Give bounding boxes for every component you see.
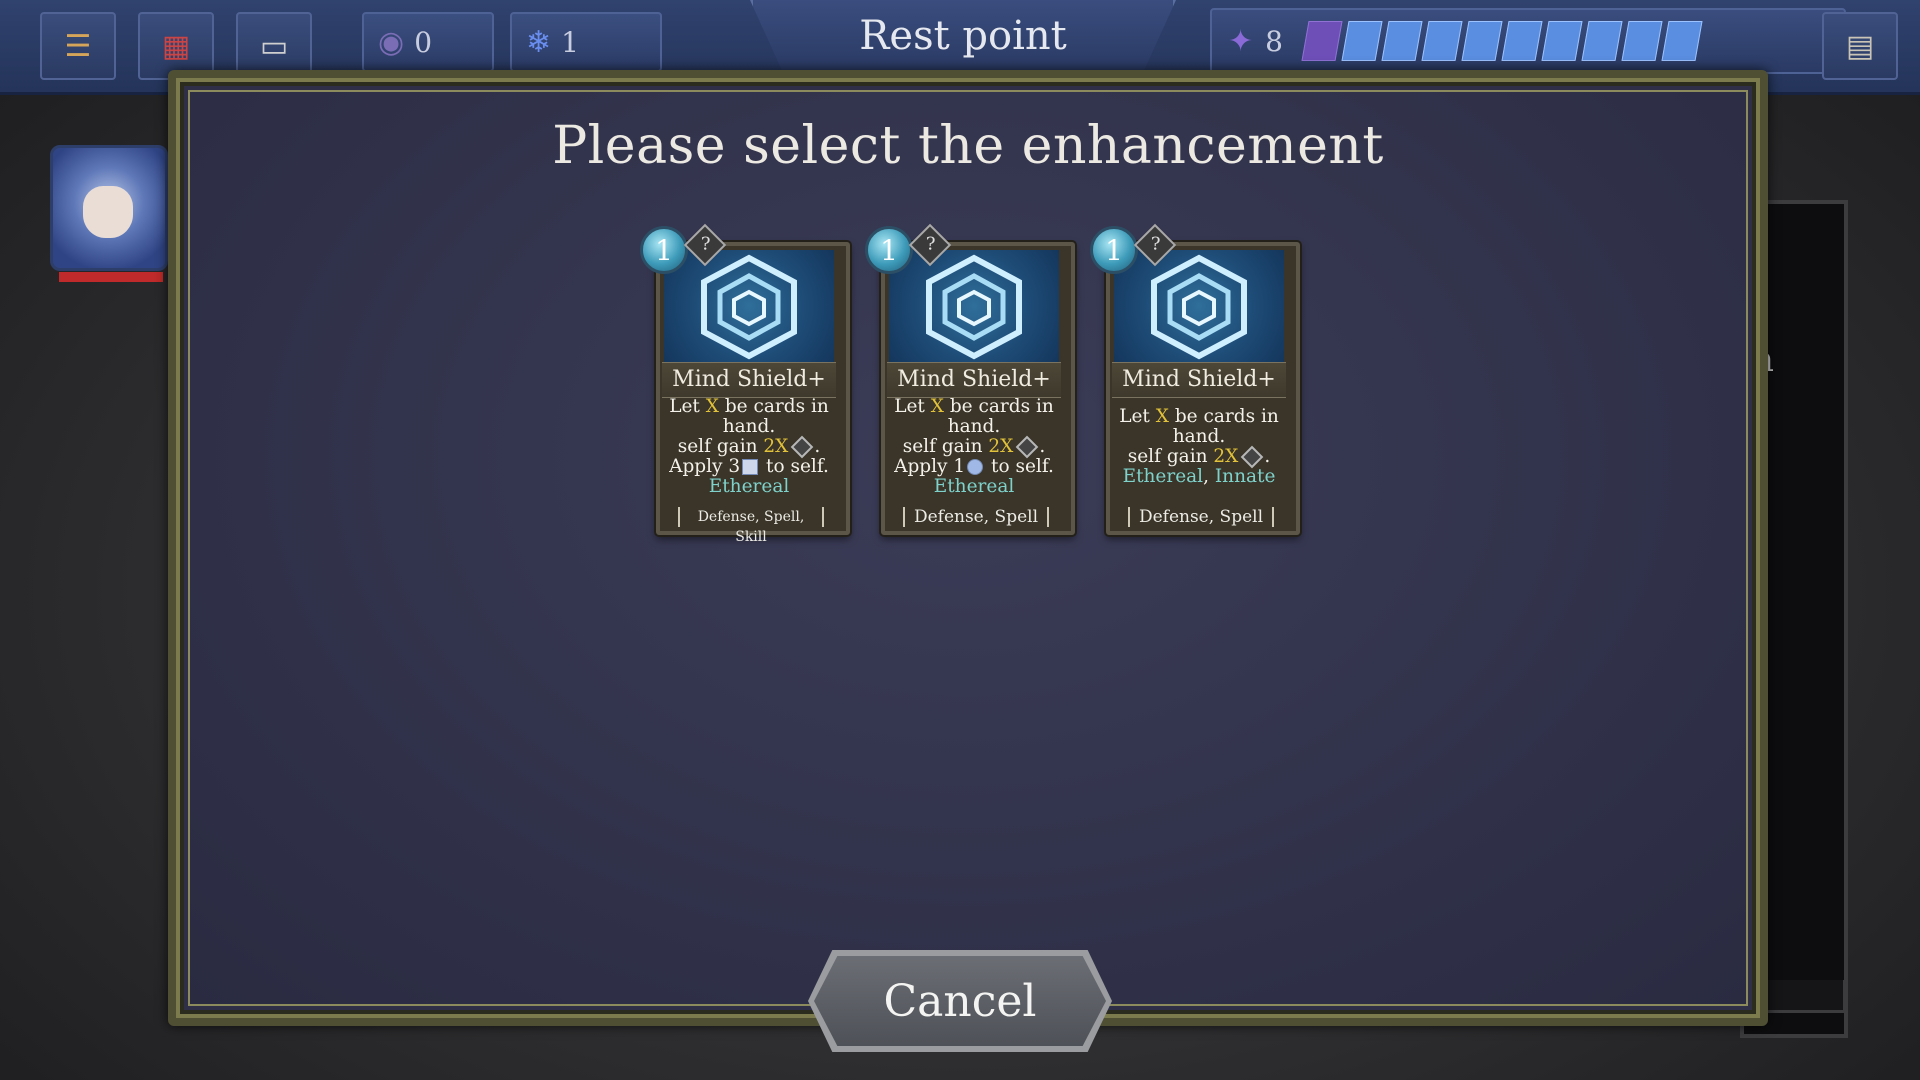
block-icon [791, 435, 814, 459]
card-keywords: Ethereal [933, 476, 1015, 497]
deck-button[interactable]: ☰ [40, 12, 116, 80]
card-description: Let X be cards in hand. self gain 2X. Ap… [664, 397, 834, 497]
crystal-icon: ❄ [526, 24, 552, 60]
crystal-count: 1 [561, 25, 579, 59]
hp-segment [1461, 21, 1503, 61]
modal-title: Please select the enhancement [552, 116, 1384, 176]
orb-counter[interactable]: ◉ 0 [362, 12, 494, 72]
hp-segment [1581, 21, 1623, 61]
hp-segment [1381, 21, 1423, 61]
card-art [1114, 250, 1284, 362]
card-name: Mind Shield+ [662, 362, 836, 398]
status-icon [742, 459, 759, 475]
card-option-1[interactable]: 1 ? Mind Shield+ Let X be cards in hand.… [640, 223, 850, 545]
card-cost: 1 [865, 226, 913, 274]
hp-segment [1621, 21, 1663, 61]
card-tags: Defense, Spell [903, 507, 1049, 527]
character-hp-bar [59, 272, 163, 282]
hp-segment [1301, 21, 1343, 61]
hp-value: 8 [1265, 24, 1283, 58]
cancel-button[interactable]: Cancel [814, 956, 1106, 1046]
hexagon-shield-icon [1151, 254, 1247, 360]
chest-icon: ▦ [161, 28, 191, 64]
card-name: Mind Shield+ [1112, 362, 1286, 398]
card-name: Mind Shield+ [887, 362, 1061, 398]
location-title-text: Rest point [859, 13, 1067, 59]
orb-count: 0 [414, 25, 433, 59]
card-art [889, 250, 1059, 362]
card-description: Let X be cards in hand. self gain 2X. Et… [1114, 400, 1284, 494]
card-description: Let X be cards in hand. self gain 2X. Ap… [889, 397, 1059, 497]
card-tags: Defense, Spell [1128, 507, 1274, 527]
card-cost: 1 [640, 226, 688, 274]
card-art [664, 250, 834, 362]
card-option-3[interactable]: 1 ? Mind Shield+ Let X be cards in hand.… [1090, 223, 1300, 535]
card-keywords: Ethereal [708, 476, 790, 497]
character-face [83, 186, 133, 238]
status-icon [967, 459, 984, 475]
hp-segment [1341, 21, 1383, 61]
modal-body: Please select the enhancement 1 ? Mind S… [188, 90, 1748, 1006]
scroll-icon: ▤ [1845, 28, 1875, 64]
block-icon [1016, 435, 1039, 459]
location-title: Rest point [750, 0, 1176, 75]
block-icon [1241, 445, 1264, 469]
map-button[interactable]: ▤ [1822, 12, 1898, 80]
book-icon: ▭ [259, 28, 289, 64]
hp-segment [1501, 21, 1543, 61]
hp-segment [1541, 21, 1583, 61]
hp-icon: ✦ [1228, 23, 1254, 59]
enhancement-modal: Please select the enhancement 1 ? Mind S… [168, 70, 1768, 1026]
hp-segment [1421, 21, 1463, 61]
character-portrait[interactable] [50, 145, 168, 282]
orb-icon: ◉ [378, 24, 405, 60]
cancel-label: Cancel [883, 975, 1037, 1027]
card-tags: Defense, Spell, Skill [678, 507, 824, 545]
hexagon-shield-icon [926, 254, 1022, 360]
card-keywords: Ethereal, Innate [1122, 466, 1276, 487]
hp-segment [1661, 21, 1703, 61]
hp-segments [1301, 21, 1703, 61]
hexagon-shield-icon [701, 254, 797, 360]
card-cost: 1 [1090, 226, 1138, 274]
hp-area: ✦ 8 [1210, 8, 1846, 74]
crystal-counter[interactable]: ❄ 1 [510, 12, 662, 72]
card-option-2[interactable]: 1 ? Mind Shield+ Let X be cards in hand.… [865, 223, 1075, 535]
stack-icon: ☰ [64, 28, 92, 64]
